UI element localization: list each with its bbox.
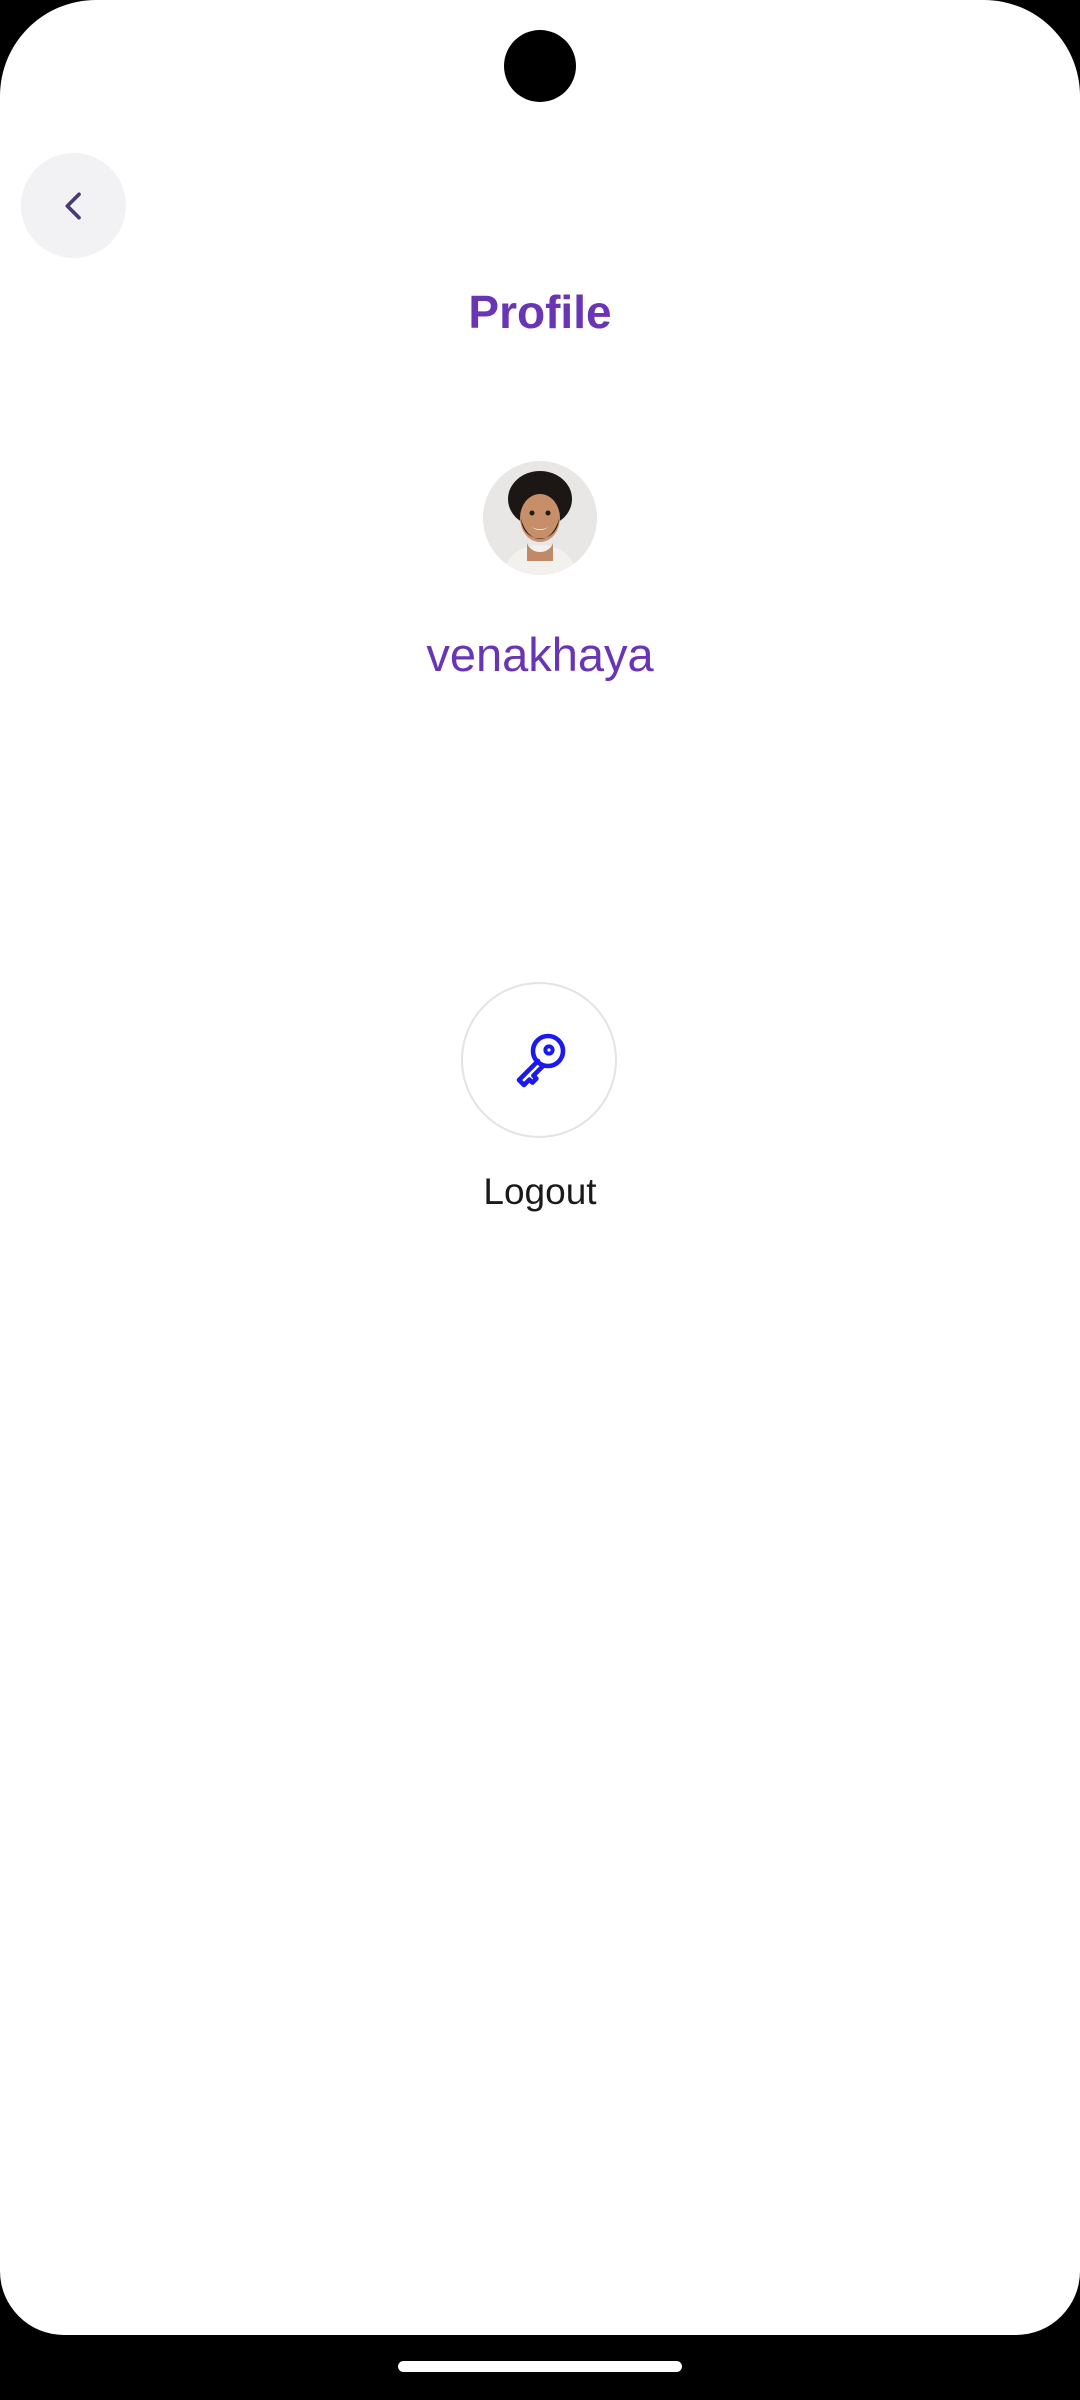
chevron-left-icon [65, 192, 81, 219]
back-button[interactable] [21, 153, 126, 258]
app-screen: Profile venakhaya Logout [0, 0, 1080, 2335]
logout-label[interactable]: Logout [0, 1166, 1080, 1218]
username: venakhaya [426, 628, 654, 681]
page-title: Profile [468, 286, 612, 338]
key-icon [516, 1033, 566, 1088]
camera-cutout [504, 30, 576, 102]
home-indicator[interactable] [398, 2361, 682, 2372]
avatar [483, 461, 597, 575]
logout-button[interactable] [461, 982, 617, 1138]
